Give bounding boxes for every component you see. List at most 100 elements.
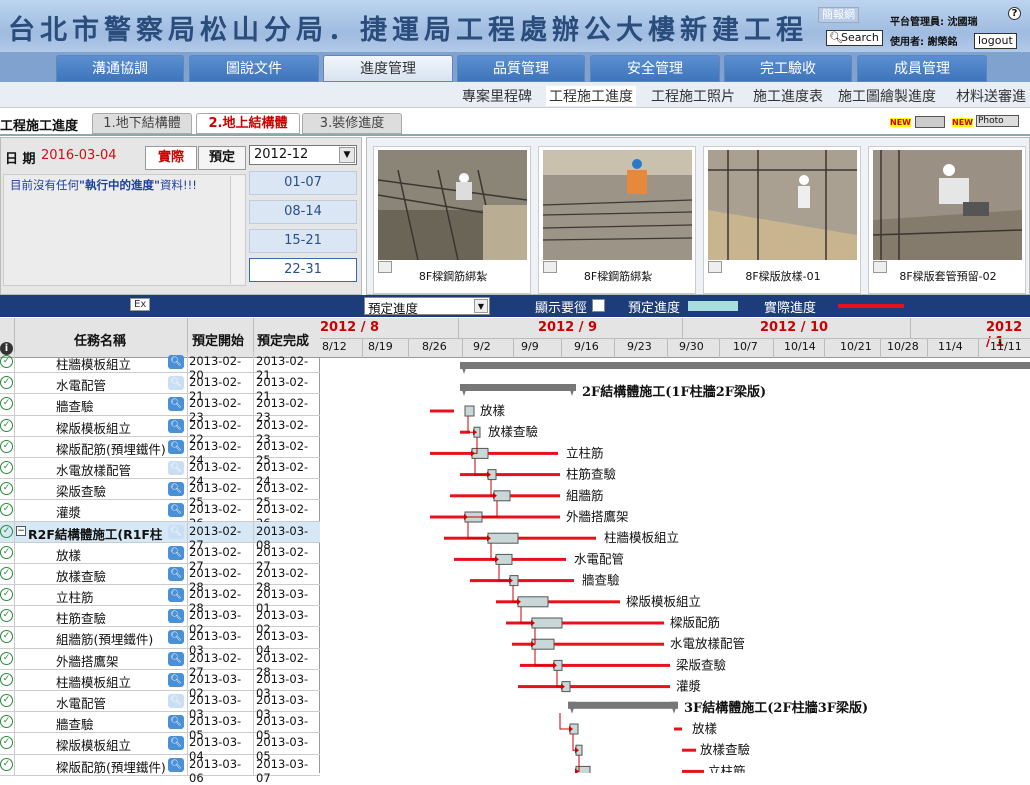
- subnav-milestones[interactable]: 專案里程碑: [462, 86, 532, 106]
- search-icon[interactable]: 🔍︎: [168, 439, 184, 454]
- search-icon[interactable]: 🔍︎: [168, 503, 184, 518]
- photo-card-2[interactable]: 8F樑鋼筋綁紮: [538, 146, 696, 294]
- grid-divider: [253, 754, 254, 776]
- task-row[interactable]: ✓ 樑版配筋(預埋鐵件) 🔍︎ 2013-02-24 2013-02-25: [0, 436, 320, 467]
- collapse-icon[interactable]: −: [16, 525, 26, 536]
- week-label: 10/14: [784, 340, 816, 353]
- task-row[interactable]: ✓ 樑版模板組立 🔍︎ 2013-03-04 2013-03-05: [0, 733, 320, 763]
- tab-underground[interactable]: 1.地下結構體: [92, 113, 192, 134]
- week-button-2[interactable]: 08-14: [249, 200, 357, 224]
- photo-card-4[interactable]: 8F樑版套管預留-02: [868, 146, 1026, 294]
- search-icon[interactable]: 🔍︎: [168, 672, 184, 687]
- tab-members[interactable]: 成員管理: [857, 55, 987, 82]
- task-row[interactable]: ✓ 柱牆模板組立 🔍︎ 2013-03-02 2013-03-03: [0, 669, 320, 700]
- week-label: 10/28: [887, 340, 919, 353]
- export-button[interactable]: Ex: [130, 298, 151, 311]
- tab-safety[interactable]: 安全管理: [590, 55, 720, 82]
- subnav-drawing-progress[interactable]: 施工圖繪製進度: [838, 86, 936, 106]
- task-row[interactable]: ✓ 牆查驗 🔍︎ 2013-03-05 2013-03-05: [0, 712, 320, 742]
- search-icon[interactable]: 🔍︎: [168, 482, 184, 497]
- no-progress-message: 目前沒有任何"執行中的進度"資料!!!: [10, 178, 197, 192]
- group-bar: [460, 384, 576, 391]
- search-icon[interactable]: 🔍︎: [168, 545, 184, 560]
- search-icon[interactable]: 🔍︎: [168, 715, 184, 730]
- tab-communication[interactable]: 溝通協調: [56, 55, 184, 82]
- search-icon[interactable]: 🔍︎: [168, 630, 184, 645]
- task-row[interactable]: ✓ 梁版查驗 🔍︎ 2013-02-25 2013-02-25: [0, 479, 320, 509]
- actual-button[interactable]: 實際: [145, 146, 197, 170]
- month-select[interactable]: 2012-12 ▼: [249, 145, 357, 165]
- grid-divider: [14, 436, 15, 458]
- task-row[interactable]: ✓ 柱牆模板組立 🔍︎ 2013-02-20 2013-02-21: [0, 352, 320, 382]
- week-button-3[interactable]: 15-21: [249, 229, 357, 253]
- grid-divider: [187, 648, 188, 670]
- task-row[interactable]: ✓ 水電配管 🔍︎ 2013-03-03 2013-03-03: [0, 691, 320, 721]
- task-row[interactable]: ✓ 放樣查驗 🔍︎ 2013-02-28 2013-02-28: [0, 563, 320, 594]
- header-task-name[interactable]: 任務名稱: [74, 330, 126, 349]
- schedule-type-select[interactable]: 預定進度 ▼: [364, 297, 490, 316]
- week-button-4[interactable]: 22-31: [249, 258, 357, 282]
- task-row[interactable]: ✓ 水電放樣配管 🔍︎ 2013-02-24 2013-02-24: [0, 457, 320, 488]
- task-row[interactable]: ✓ 外牆搭鷹架 🔍︎ 2013-02-27 2013-02-28: [0, 648, 320, 679]
- task-name: 灌漿: [56, 505, 82, 521]
- search-icon[interactable]: 🔍︎: [168, 588, 184, 603]
- task-label: 立柱筋: [708, 763, 746, 773]
- logout-button[interactable]: logout: [974, 33, 1017, 49]
- subnav-progress-table[interactable]: 施工進度表: [753, 86, 823, 106]
- task-row[interactable]: ✓ 組牆筋(預埋鐵件) 🔍︎ 2013-03-03 2013-03-04: [0, 627, 320, 657]
- check-icon: ✓: [0, 630, 13, 644]
- tab-completion[interactable]: 完工驗收: [724, 55, 852, 82]
- tab-documents[interactable]: 圖說文件: [189, 55, 319, 82]
- header-planned-start[interactable]: 預定開始: [192, 330, 244, 349]
- show-critical-checkbox[interactable]: [592, 299, 605, 312]
- search-icon[interactable]: 🔍︎: [168, 736, 184, 751]
- grid-divider: [187, 754, 188, 776]
- search-button[interactable]: 🔍︎ Search: [826, 30, 883, 46]
- search-icon[interactable]: 🔍︎: [168, 397, 184, 412]
- subnav-construction-photos[interactable]: 工程施工照片: [651, 86, 735, 106]
- photo-card-3[interactable]: 8F樑版放樣-01: [703, 146, 861, 294]
- search-icon[interactable]: 🔍︎: [168, 566, 184, 581]
- tab-finishing[interactable]: 3.裝修進度: [302, 113, 402, 134]
- check-icon: ✓: [0, 736, 13, 750]
- tab-schedule[interactable]: 進度管理: [323, 55, 453, 82]
- task-row[interactable]: ✓ 柱筋查驗 🔍︎ 2013-03-02 2013-03-02: [0, 606, 320, 636]
- photo-card-1[interactable]: 8F樑鋼筋綁紮: [373, 146, 531, 294]
- report-button[interactable]: 簡報網: [818, 7, 859, 23]
- task-row[interactable]: ✓ 放樣 🔍︎ 2013-02-27 2013-02-27: [0, 542, 320, 573]
- grid-divider: [14, 606, 15, 628]
- header-planned-end[interactable]: 預定完成: [257, 330, 309, 349]
- search-icon[interactable]: 🔍︎: [168, 757, 184, 772]
- search-icon[interactable]: 🔍︎: [168, 694, 184, 708]
- task-row[interactable]: ✓ 牆查驗 🔍︎ 2013-02-23 2013-02-23: [0, 394, 320, 424]
- search-icon[interactable]: 🔍︎: [168, 609, 184, 624]
- task-row[interactable]: ✓ 水電配管 🔍︎ 2013-02-21 2013-02-21: [0, 373, 320, 403]
- tab-aboveground[interactable]: 2.地上結構體: [196, 113, 300, 134]
- photo-view-button[interactable]: Photo: [976, 115, 1019, 127]
- task-row[interactable]: ✓灌漿🔍︎2013-02-262013-02-26: [0, 500, 320, 530]
- search-icon[interactable]: 🔍︎: [168, 355, 184, 369]
- search-icon[interactable]: 🔍︎: [168, 460, 184, 475]
- task-group-row[interactable]: ✓ − R2F結構體施工(R1F柱 🔍︎ 2013-02-27 2013-03-08: [0, 521, 320, 552]
- search-icon[interactable]: 🔍︎: [168, 376, 184, 391]
- week-button-1[interactable]: 01-07: [249, 171, 357, 195]
- subnav-construction-progress[interactable]: 工程施工進度: [546, 86, 636, 106]
- actual-bar: [430, 451, 558, 455]
- search-icon[interactable]: 🔍︎: [168, 524, 184, 539]
- search-icon[interactable]: 🔍︎: [168, 418, 184, 433]
- planned-bar: [464, 405, 475, 417]
- task-row[interactable]: ✓ 樑版模板組立 🔍︎ 2013-02-22 2013-02-23: [0, 415, 320, 446]
- help-icon[interactable]: ?: [1008, 7, 1021, 20]
- check-icon: ✓: [0, 524, 13, 538]
- grid-divider: [253, 500, 254, 522]
- search-icon[interactable]: 🔍︎: [168, 651, 184, 666]
- planned-button[interactable]: 預定: [198, 146, 246, 170]
- subnav-material-review[interactable]: 材料送審進: [956, 86, 1026, 106]
- table-view-icon[interactable]: [915, 116, 945, 128]
- message-scrollbar[interactable]: [230, 176, 245, 284]
- task-row[interactable]: ✓ 立柱筋 🔍︎ 2013-02-28 2013-03-01: [0, 585, 320, 615]
- week-label: 9/9: [521, 340, 539, 353]
- task-start: 2013-03-06: [189, 756, 242, 785]
- tab-quality[interactable]: 品質管理: [457, 55, 585, 82]
- check-icon: ✓: [0, 715, 13, 729]
